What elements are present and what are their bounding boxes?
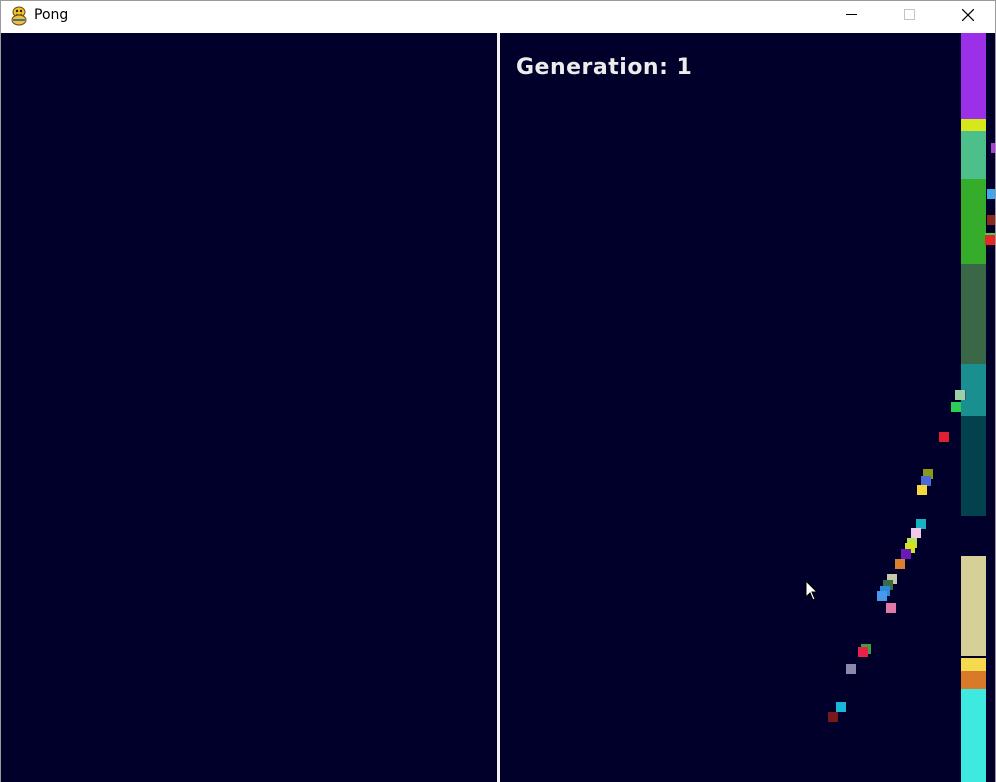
ball bbox=[911, 528, 921, 538]
ball bbox=[828, 712, 838, 722]
ball bbox=[939, 432, 949, 442]
ball bbox=[836, 702, 846, 712]
ball bbox=[991, 143, 995, 153]
ball bbox=[917, 485, 927, 495]
ball bbox=[987, 215, 995, 225]
paddle bbox=[961, 658, 986, 671]
python-snake-icon bbox=[10, 6, 28, 26]
ball bbox=[858, 647, 868, 657]
paddle bbox=[961, 179, 986, 264]
center-net bbox=[497, 33, 500, 782]
ball bbox=[877, 591, 887, 601]
close-button[interactable] bbox=[945, 1, 991, 31]
minimize-button[interactable] bbox=[829, 1, 875, 31]
ball bbox=[901, 549, 911, 559]
paddle bbox=[961, 689, 986, 782]
maximize-icon bbox=[904, 9, 915, 20]
paddle bbox=[961, 264, 986, 364]
ball bbox=[895, 559, 905, 569]
paddle bbox=[961, 131, 986, 179]
paddle bbox=[961, 33, 986, 119]
ball bbox=[886, 603, 896, 613]
ball bbox=[951, 402, 961, 412]
ball bbox=[846, 664, 856, 674]
generation-label: Generation: 1 bbox=[516, 55, 693, 80]
paddle bbox=[961, 671, 986, 689]
paddle bbox=[961, 556, 986, 656]
mouse-cursor-icon bbox=[805, 580, 819, 601]
paddle bbox=[961, 119, 986, 131]
ball bbox=[955, 390, 965, 400]
close-icon bbox=[962, 9, 974, 21]
ball bbox=[985, 235, 995, 245]
title-bar[interactable]: Pong bbox=[1, 1, 995, 32]
maximize-button[interactable] bbox=[887, 1, 933, 31]
window-title: Pong bbox=[34, 7, 69, 23]
ball bbox=[987, 189, 995, 199]
pong-window: Pong Generation: 1 bbox=[0, 0, 996, 782]
minimize-icon bbox=[846, 14, 857, 15]
paddle bbox=[961, 416, 986, 516]
game-canvas[interactable]: Generation: 1 bbox=[1, 33, 995, 782]
